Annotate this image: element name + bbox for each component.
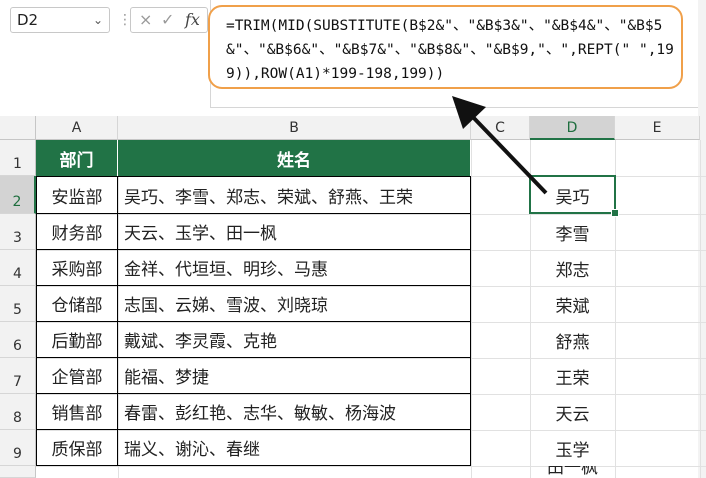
annotation-arrow bbox=[452, 96, 548, 195]
